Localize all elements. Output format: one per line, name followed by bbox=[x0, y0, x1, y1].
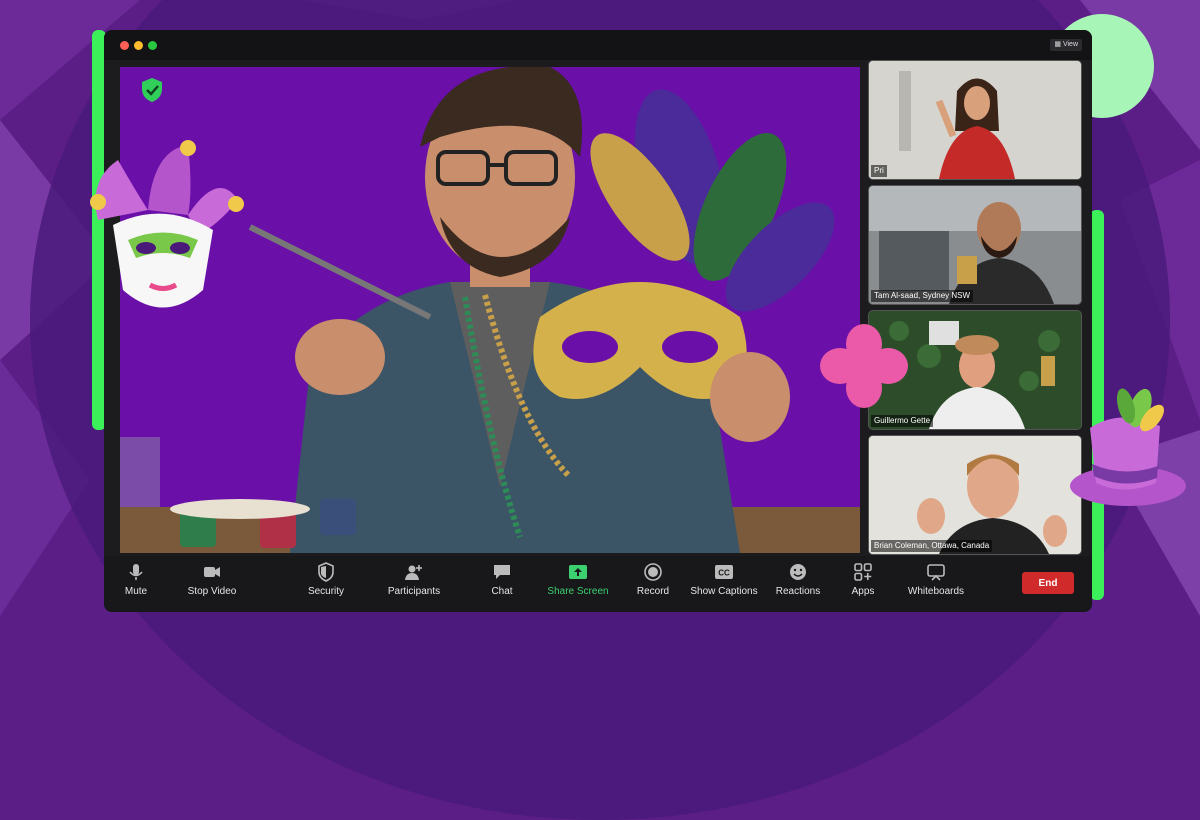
apps-button[interactable]: Apps bbox=[823, 562, 903, 597]
whiteboard-icon bbox=[927, 564, 945, 581]
toolbar-label: Whiteboards bbox=[907, 586, 965, 597]
mute-button[interactable]: Mute bbox=[104, 562, 176, 597]
title-bar: ▦ View bbox=[104, 30, 1092, 60]
minimize-window-dot[interactable] bbox=[134, 41, 143, 50]
video-camera-icon bbox=[204, 567, 220, 577]
participant-name: Brian Coleman, Ottawa, Canada bbox=[871, 540, 993, 552]
participants-icon bbox=[405, 565, 422, 580]
jester-mask-decoration bbox=[90, 140, 244, 308]
meeting-window: ▦ View Pri Tam Al-saad, Sydney NSW Guill… bbox=[104, 30, 1092, 612]
participant-tile[interactable]: Tam Al-saad, Sydney NSW bbox=[868, 185, 1082, 305]
record-button[interactable]: Record bbox=[613, 562, 693, 597]
meeting-toolbar: Mute Stop Video Security Participants Ch… bbox=[104, 556, 1092, 612]
participant-video bbox=[869, 61, 1081, 179]
participant-tile[interactable]: Pri bbox=[868, 60, 1082, 180]
whiteboards-button[interactable]: Whiteboards bbox=[896, 562, 976, 597]
participants-button[interactable]: Participants bbox=[374, 562, 454, 597]
toolbar-label: Security bbox=[307, 586, 345, 597]
end-meeting-button[interactable]: End bbox=[1022, 572, 1074, 594]
share-screen-button[interactable]: Share Screen bbox=[538, 562, 618, 597]
participant-name: Guillermo Gette bbox=[871, 415, 934, 427]
toolbar-label: Stop Video bbox=[187, 586, 237, 597]
toolbar-label: Chat bbox=[491, 586, 513, 597]
maximize-window-dot[interactable] bbox=[148, 41, 157, 50]
security-button[interactable]: Security bbox=[286, 562, 366, 597]
show-captions-button[interactable]: CC Show Captions bbox=[684, 562, 764, 597]
captions-icon: CC bbox=[715, 565, 733, 579]
close-window-dot[interactable] bbox=[120, 41, 129, 50]
stop-video-button[interactable]: Stop Video bbox=[172, 562, 252, 597]
shield-icon bbox=[318, 562, 334, 582]
share-screen-icon bbox=[569, 565, 587, 579]
toolbar-label: Participants bbox=[387, 586, 441, 597]
record-icon bbox=[644, 563, 662, 581]
apps-icon bbox=[854, 563, 872, 581]
shield-check-icon bbox=[140, 77, 164, 108]
captions-glyph: CC bbox=[718, 569, 730, 578]
participant-video bbox=[869, 186, 1081, 304]
participant-name: Tam Al-saad, Sydney NSW bbox=[871, 290, 974, 302]
participant-name: Pri bbox=[871, 165, 887, 177]
toolbar-label: Share Screen bbox=[547, 586, 609, 597]
participant-video bbox=[869, 436, 1081, 554]
reactions-icon bbox=[790, 564, 806, 580]
microphone-icon bbox=[129, 564, 143, 580]
top-hat-decoration bbox=[1070, 388, 1186, 506]
toolbar-label: Apps bbox=[851, 586, 875, 597]
chat-button[interactable]: Chat bbox=[462, 562, 542, 597]
view-button[interactable]: ▦ View bbox=[1050, 39, 1082, 51]
toolbar-label: Mute bbox=[124, 586, 148, 597]
view-button-label: View bbox=[1062, 41, 1078, 48]
toolbar-label: Record bbox=[636, 586, 670, 597]
flower-decoration bbox=[820, 324, 908, 408]
chat-icon bbox=[494, 565, 510, 579]
toolbar-label: Show Captions bbox=[690, 586, 758, 597]
participant-tile[interactable]: Brian Coleman, Ottawa, Canada bbox=[868, 435, 1082, 555]
